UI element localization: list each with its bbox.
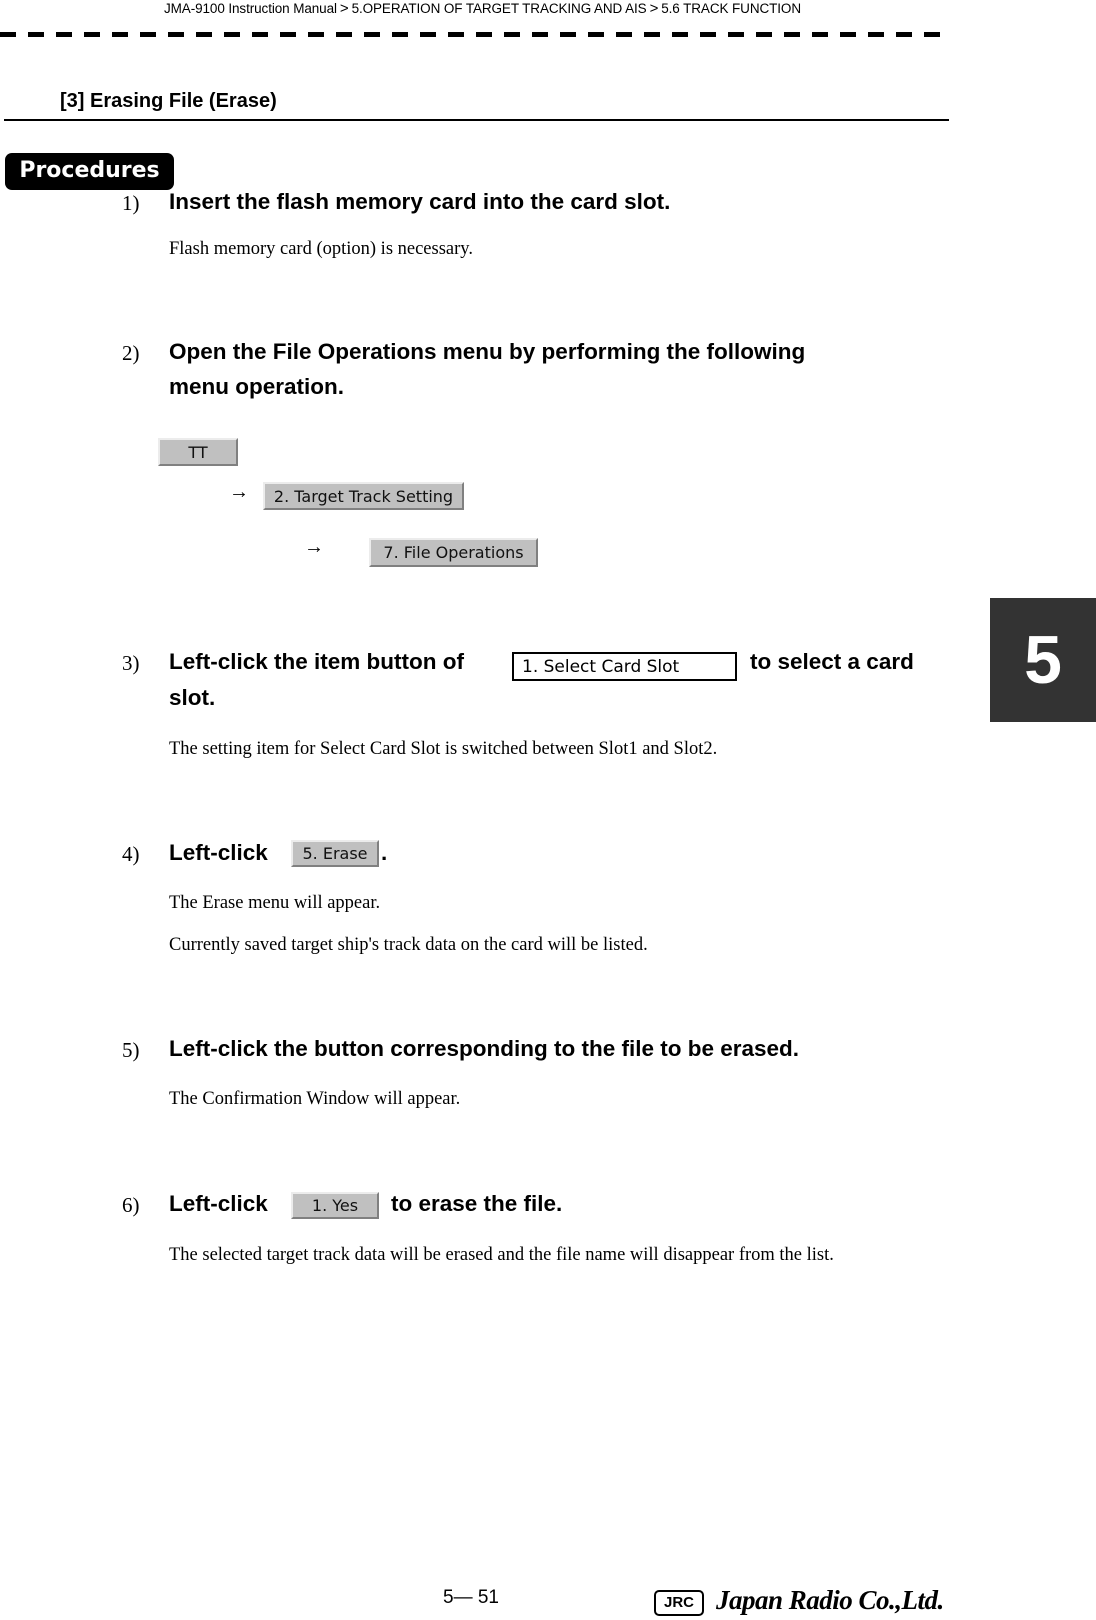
step-3-heading-line2: slot. (169, 685, 216, 710)
header-dashed-rule (0, 32, 952, 37)
section-title: [3] Erasing File (Erase) (60, 90, 277, 112)
breadcrumb: JMA-9100 Instruction Manual >5.OPERATION … (164, 0, 801, 17)
step-5-description: The Confirmation Window will appear. (169, 1089, 461, 1109)
tt-menu-button[interactable]: TT (158, 438, 238, 466)
step-1-description: Flash memory card (option) is necessary. (169, 239, 473, 259)
step-6-heading-pre: Left-click (169, 1191, 268, 1216)
step-5-number: 5) (122, 1038, 140, 1062)
breadcrumb-separator: > (339, 0, 349, 17)
step-3-number: 3) (122, 651, 140, 675)
erase-button[interactable]: 5. Erase (291, 840, 379, 867)
procedures-badge: Procedures (5, 153, 174, 190)
step-6-number: 6) (122, 1193, 140, 1217)
breadcrumb-separator: > (649, 0, 659, 17)
jrc-logo-icon: JRC (654, 1590, 704, 1616)
chapter-tab: 5 (990, 598, 1096, 722)
step-6-heading-post: to erase the file. (391, 1191, 563, 1216)
step-4-heading-pre: Left-click (169, 840, 268, 865)
step-6-description: The selected target track data will be e… (169, 1245, 834, 1265)
step-2-heading-line2: menu operation. (169, 374, 345, 399)
step-2-heading-line1: Open the File Operations menu by perform… (169, 339, 806, 364)
target-track-setting-button[interactable]: 2. Target Track Setting (263, 482, 464, 510)
yes-button[interactable]: 1. Yes (291, 1192, 379, 1219)
step-5-heading: Left-click the button corresponding to t… (169, 1036, 800, 1061)
menu-path-arrow-icon: → (229, 481, 249, 503)
step-2-number: 2) (122, 341, 140, 365)
step-1-heading: Insert the flash memory card into the ca… (169, 189, 671, 214)
breadcrumb-section: 5.6 TRACK FUNCTION (661, 1, 801, 16)
step-3-heading-post: to select a card (750, 649, 914, 674)
step-4-heading-post: . (381, 840, 388, 865)
breadcrumb-manual: JMA-9100 Instruction Manual (164, 1, 337, 16)
breadcrumb-chapter: 5.OPERATION OF TARGET TRACKING AND AIS (351, 1, 647, 16)
page-number: 5— 51 (443, 1587, 499, 1608)
step-3-heading-pre: Left-click the item button of (169, 649, 464, 674)
step-4-description-2: Currently saved target ship's track data… (169, 935, 648, 955)
step-4-description-1: The Erase menu will appear. (169, 893, 381, 913)
menu-path-arrow-icon: → (304, 536, 324, 558)
step-4-number: 4) (122, 842, 140, 866)
step-1-number: 1) (122, 191, 140, 215)
section-title-rule (4, 119, 949, 121)
step-3-description: The setting item for Select Card Slot is… (169, 739, 718, 759)
file-operations-button[interactable]: 7. File Operations (369, 538, 538, 567)
company-name: Japan Radio Co.,Ltd. (716, 1585, 944, 1615)
select-card-slot-item-button[interactable]: 1. Select Card Slot (512, 652, 737, 681)
